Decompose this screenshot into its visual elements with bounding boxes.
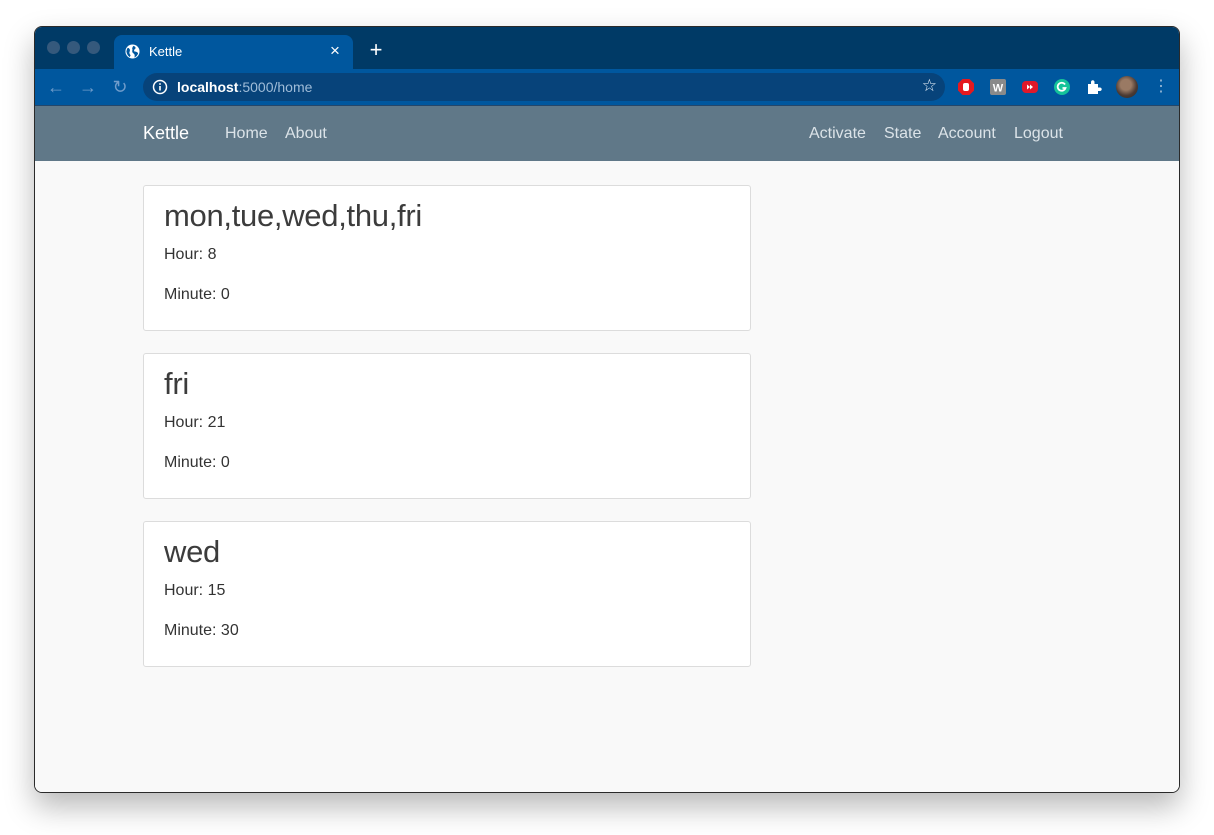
- schedule-card: mon,tue,wed,thu,fri Hour: 8 Minute: 0: [143, 185, 751, 331]
- bookmark-star-icon[interactable]: ☆: [922, 76, 937, 96]
- window-controls: [47, 41, 100, 54]
- svg-text:W: W: [993, 83, 1004, 95]
- app-navbar: Kettle Home About Activate State Account…: [35, 105, 1179, 161]
- schedule-minute: Minute: 0: [164, 454, 230, 471]
- back-arrow-icon[interactable]: ←: [45, 76, 67, 98]
- globe-icon: [125, 44, 140, 59]
- nav-link-account[interactable]: Account: [938, 125, 996, 143]
- main-content: mon,tue,wed,thu,fri Hour: 8 Minute: 0 fr…: [35, 161, 1179, 792]
- new-tab-button[interactable]: +: [365, 39, 387, 61]
- url-path: :5000/home: [238, 79, 313, 95]
- schedule-hour: Hour: 21: [164, 414, 226, 431]
- schedule-minute: Minute: 0: [164, 286, 230, 303]
- schedule-card: fri Hour: 21 Minute: 0: [143, 353, 751, 499]
- url-host: localhost: [177, 79, 239, 95]
- url-text[interactable]: localhost:5000/home: [177, 79, 312, 95]
- close-tab-icon[interactable]: ×: [325, 40, 345, 62]
- minimize-window-button[interactable]: [67, 41, 80, 54]
- info-icon[interactable]: [152, 79, 168, 95]
- brand-logo[interactable]: Kettle: [143, 123, 189, 144]
- grammarly-icon[interactable]: [1053, 78, 1071, 96]
- browser-window: Kettle × + ← → ↻ localhost:5000/home ☆ W: [34, 26, 1180, 793]
- fast-forward-icon[interactable]: [1021, 78, 1039, 96]
- schedule-card: wed Hour: 15 Minute: 30: [143, 521, 751, 667]
- nav-link-logout[interactable]: Logout: [1014, 125, 1063, 143]
- nav-link-state[interactable]: State: [884, 125, 921, 143]
- profile-avatar[interactable]: [1116, 76, 1138, 98]
- nav-link-activate[interactable]: Activate: [809, 125, 866, 143]
- reload-icon[interactable]: ↻: [109, 76, 131, 98]
- stop-hand-icon[interactable]: [957, 78, 975, 96]
- schedule-hour: Hour: 8: [164, 246, 217, 263]
- maximize-window-button[interactable]: [87, 41, 100, 54]
- schedule-minute: Minute: 30: [164, 622, 239, 639]
- forward-arrow-icon[interactable]: →: [77, 76, 99, 98]
- w-extension-icon[interactable]: W: [989, 78, 1007, 96]
- nav-link-home[interactable]: Home: [225, 125, 268, 143]
- close-window-button[interactable]: [47, 41, 60, 54]
- address-bar[interactable]: localhost:5000/home ☆: [143, 73, 945, 101]
- schedule-days: mon,tue,wed,thu,fri: [164, 198, 422, 233]
- nav-link-about[interactable]: About: [285, 125, 327, 143]
- schedule-days: fri: [164, 366, 189, 401]
- tab-title: Kettle: [149, 44, 183, 59]
- browser-toolbar: ← → ↻ localhost:5000/home ☆ W ⋮: [35, 69, 1179, 105]
- schedule-hour: Hour: 15: [164, 582, 226, 599]
- puzzle-icon[interactable]: [1085, 78, 1103, 96]
- tab-strip: Kettle × +: [35, 27, 1179, 69]
- browser-menu-icon[interactable]: ⋮: [1153, 76, 1169, 98]
- schedule-days: wed: [164, 534, 220, 569]
- browser-tab[interactable]: Kettle ×: [114, 35, 353, 69]
